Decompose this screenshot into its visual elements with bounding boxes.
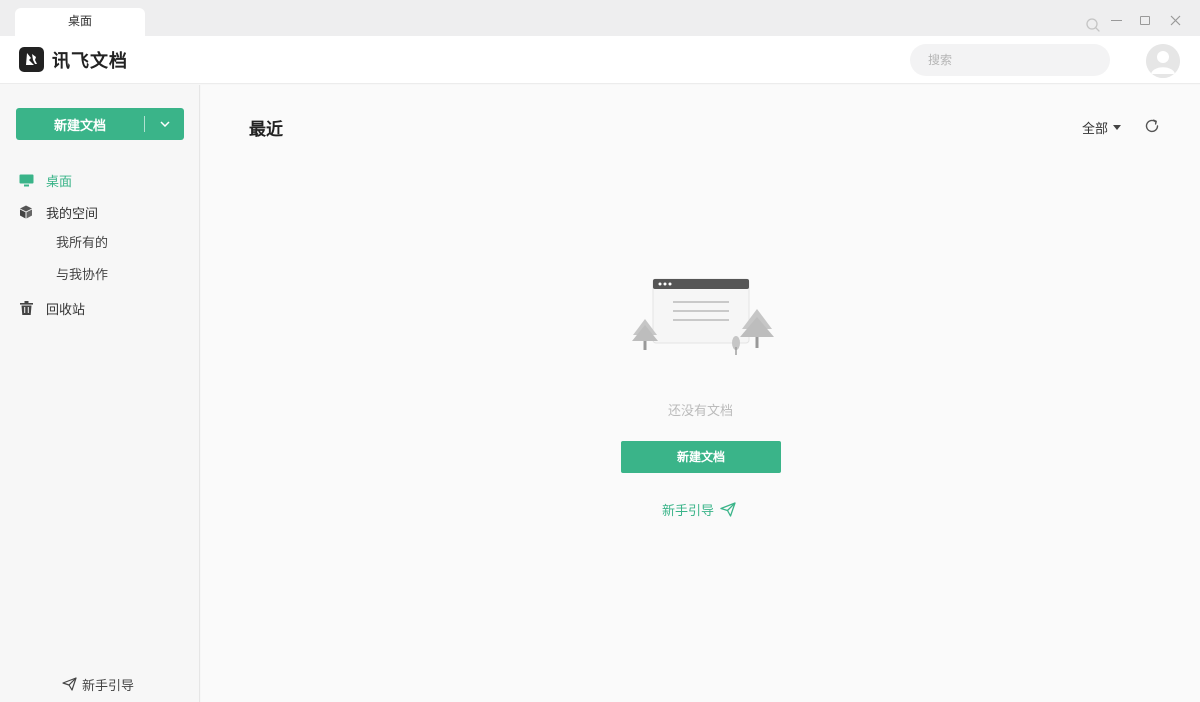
sidebar-item-desktop[interactable]: 桌面 <box>0 166 200 194</box>
refresh-icon[interactable] <box>1143 117 1161 135</box>
minimize-icon <box>1110 19 1122 21</box>
create-doc-button[interactable]: 新建文档 <box>621 441 781 473</box>
close-icon <box>1170 15 1180 25</box>
chevron-down-icon <box>159 121 170 127</box>
paper-plane-icon <box>62 677 77 691</box>
user-avatar[interactable] <box>1146 44 1180 78</box>
tab-desktop-label: 桌面 <box>67 14 92 28</box>
search-icon[interactable] <box>1085 17 1101 33</box>
sidebar: 新建文档 桌面 我的空间 我所有的 与我协作 回收站 新手引导 <box>0 85 200 702</box>
new-doc-button-label: 新建文档 <box>53 118 106 134</box>
empty-state-illustration <box>632 278 774 355</box>
sidebar-guide-link[interactable]: 新手引导 <box>62 674 134 694</box>
minimize-button[interactable] <box>1106 10 1126 30</box>
new-doc-dropdown-button[interactable] <box>145 108 184 140</box>
guide-link-label: 新手引导 <box>662 503 715 519</box>
maximize-icon <box>1140 15 1150 25</box>
app-logo-icon <box>19 47 44 72</box>
sidebar-item-label: 回收站 <box>46 302 86 318</box>
sidebar-item-my-space[interactable]: 我的空间 <box>0 198 200 226</box>
sidebar-item-label: 我的空间 <box>46 206 99 222</box>
app-header: 讯飞文档 <box>0 36 1200 84</box>
sidebar-item-trash[interactable]: 回收站 <box>0 294 200 322</box>
sidebar-item-owned-by-me[interactable]: 我所有的 <box>56 234 108 254</box>
caret-down-icon <box>1113 125 1122 130</box>
app-title: 讯飞文档 <box>52 51 128 72</box>
sidebar-item-label: 桌面 <box>46 174 73 190</box>
tab-desktop[interactable]: 桌面 <box>15 8 145 36</box>
filter-label: 全部 <box>1082 122 1109 137</box>
title-bar: 桌面 <box>0 0 1200 36</box>
maximize-button[interactable] <box>1135 10 1155 30</box>
monitor-icon <box>18 172 34 188</box>
sidebar-item-shared-with-me[interactable]: 与我协作 <box>56 266 108 286</box>
sidebar-guide-label: 新手引导 <box>82 678 135 694</box>
filter-dropdown[interactable]: 全部 <box>1082 118 1122 137</box>
avatar-icon <box>1146 44 1180 78</box>
page-title: 最近 <box>249 120 283 140</box>
paper-plane-icon <box>720 501 736 517</box>
search-input[interactable] <box>928 51 1078 69</box>
new-doc-button[interactable]: 新建文档 <box>16 108 184 140</box>
guide-link[interactable]: 新手引导 <box>662 499 736 519</box>
search-box[interactable] <box>910 44 1110 76</box>
trash-icon <box>18 300 34 316</box>
close-button[interactable] <box>1165 10 1185 30</box>
cube-icon <box>18 204 34 220</box>
empty-state-text: 还没有文档 <box>667 404 733 419</box>
main-content: 最近 全部 还没有文档 新建文档 新手引导 <box>201 85 1200 702</box>
